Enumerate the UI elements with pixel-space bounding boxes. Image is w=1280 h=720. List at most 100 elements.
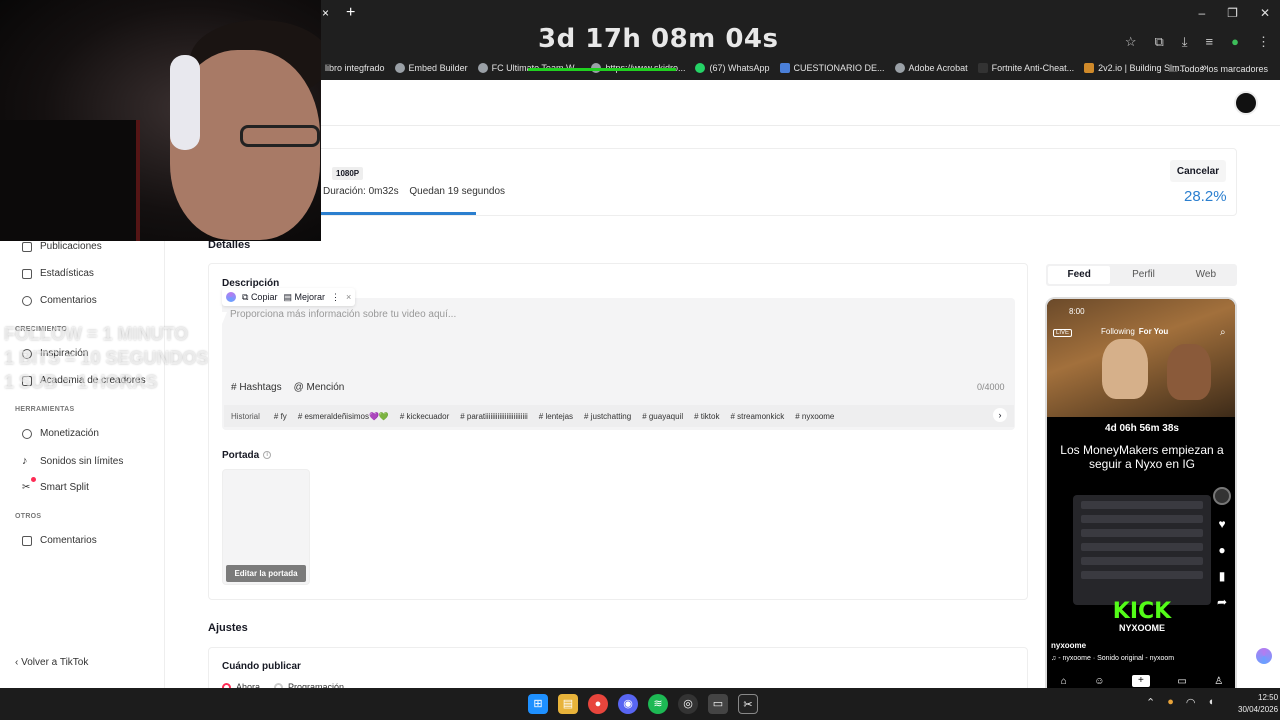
sidebar-item-otros-comentarios[interactable]: Comentarios [22, 535, 97, 546]
hashtag-chip[interactable]: # fy [271, 409, 290, 424]
mail-icon [22, 535, 32, 546]
inset-row [1081, 529, 1203, 537]
bookmark[interactable]: CUESTIONARIO DE... [779, 63, 885, 73]
sidebar-item-academia[interactable]: Academia de creadores [22, 375, 146, 386]
hashtags-button[interactable]: # Hashtags [231, 382, 282, 393]
mouse-cursor [222, 312, 232, 324]
live-badge: LIVE [1053, 329, 1073, 337]
tab-perfil[interactable]: Perfil [1112, 264, 1174, 286]
more-icon[interactable]: ⋮ [331, 292, 340, 303]
sidebar-item-comentarios[interactable]: Comentarios [22, 295, 97, 306]
chevron-right-icon[interactable]: › [993, 408, 1007, 422]
form-icon [779, 63, 790, 73]
hashtag-chip[interactable]: # guayaquil [639, 409, 686, 424]
hashtag-chip[interactable]: # kickecuador [397, 409, 452, 424]
edit-cover-button[interactable]: Editar la portada [226, 565, 306, 582]
duration-text: Duración: 0m32s [323, 186, 399, 197]
person-right [1167, 344, 1211, 400]
star-icon[interactable]: ☆ [1125, 34, 1137, 50]
hashtag-chip[interactable]: # nyxoome [792, 409, 837, 424]
menu-icon[interactable]: ⋮ [1257, 34, 1270, 50]
schedule-label: Cuándo publicar [222, 661, 301, 672]
close-icon[interactable]: × [346, 292, 351, 302]
tray-chevron-icon[interactable]: ⌃ [1146, 696, 1155, 709]
info-icon[interactable]: i [263, 451, 272, 460]
close-window-icon[interactable]: ✕ [1260, 6, 1270, 20]
system-clock[interactable]: 12:50 30/04/2026 [1238, 692, 1278, 716]
mic-icon[interactable]: ● [1167, 696, 1174, 709]
download-icon[interactable]: ⤓ [1182, 34, 1188, 50]
phone-action-rail: ♥ ● ▮ ➦ [1213, 487, 1231, 609]
bookmark[interactable]: (67) WhatsApp [695, 63, 770, 73]
sidebar-item-label: Estadísticas [40, 268, 94, 279]
new-tab-icon[interactable]: + [346, 4, 355, 22]
sidebar-item-publicaciones[interactable]: Publicaciones [22, 241, 102, 252]
sidebar-item-smart-split[interactable]: ✂ Smart Split [22, 482, 89, 493]
folder-icon[interactable]: ▤ [558, 694, 578, 714]
spotify-icon[interactable]: ≋ [648, 694, 668, 714]
home-icon: ⌂ [1060, 675, 1067, 687]
academy-icon [22, 375, 32, 386]
profile-icon[interactable]: ● [1231, 34, 1239, 50]
phone-username: nyxoome [1051, 641, 1087, 650]
preview-tabs: Feed Perfil Web [1046, 264, 1237, 286]
extensions-icon[interactable]: ⧉ [1155, 34, 1164, 50]
upload-progress-fill [321, 212, 476, 215]
bookmark[interactable]: Adobe Acrobat [894, 63, 968, 73]
cover-label-text: Portada [222, 450, 260, 461]
hashtag-chip[interactable]: # lentejas [536, 409, 576, 424]
sidebar-item-sonidos[interactable]: ♪ Sonidos sin límites [22, 455, 123, 467]
system-tray: ⌃ ● ◠ ◖ [1146, 696, 1214, 709]
following-tab: Following [1101, 327, 1135, 336]
obs-icon[interactable]: ◎ [678, 694, 698, 714]
create-icon: + [1131, 675, 1150, 687]
discord-icon[interactable]: ◉ [618, 694, 638, 714]
minimize-icon[interactable]: – [1198, 6, 1205, 20]
browser-toolbar-icons: ☆ ⧉ ⤓ ≡ ● ⋮ [1125, 34, 1270, 50]
hashtag-chip[interactable]: # tiktok [691, 409, 722, 424]
start-icon[interactable]: ⊞ [528, 694, 548, 714]
hashtag-chip[interactable]: # justchatting [581, 409, 634, 424]
bookmark[interactable]: Embed Builder [394, 63, 468, 73]
scissors-icon: ✂ [22, 482, 31, 493]
sidebar-item-monetizacion[interactable]: Monetización [22, 428, 99, 439]
kick-logo: KICK [1112, 599, 1172, 624]
terminal-icon[interactable]: ▭ [708, 694, 728, 714]
wifi-icon[interactable]: ◠ [1186, 696, 1196, 709]
clock-date: 30/04/2026 [1238, 705, 1279, 714]
chrome-icon[interactable]: ● [588, 694, 608, 714]
tab-feed[interactable]: Feed [1048, 266, 1111, 284]
hashtag-chip[interactable]: # esmeraldeñisimos💜💚 [295, 409, 392, 424]
avatar[interactable] [1234, 91, 1258, 115]
hashtag-chip[interactable]: # streamonkick [727, 409, 787, 424]
cancel-button[interactable]: Cancelar [1170, 160, 1226, 182]
tab-close-icon[interactable]: × [322, 6, 329, 20]
volume-icon[interactable]: ◖ [1207, 696, 1214, 709]
globe-icon [477, 63, 488, 73]
copy-button[interactable]: ⧉ Copiar [242, 292, 277, 303]
restore-icon[interactable]: ❐ [1227, 6, 1238, 20]
bookmark-label: Fortnite Anti-Cheat... [991, 63, 1075, 73]
bookmark[interactable]: Fortnite Anti-Cheat... [977, 63, 1075, 73]
all-bookmarks-folder[interactable]: 🗀 Todos los marcadores [1169, 62, 1268, 78]
sidebar-item-estadisticas[interactable]: Estadísticas [22, 268, 94, 279]
sidebar-item-label: Comentarios [40, 295, 97, 306]
bookmark[interactable]: libro integfrado [325, 63, 385, 73]
whatsapp-icon [695, 63, 706, 73]
tab-web[interactable]: Web [1175, 264, 1237, 286]
ai-assistant-icon[interactable] [1256, 648, 1272, 664]
media-icon[interactable]: ≡ [1206, 34, 1214, 50]
sidebar-item-inspiracion[interactable]: Inspiración [22, 348, 88, 359]
new-indicator-dot [31, 477, 36, 482]
mention-button[interactable]: @ Mención [294, 382, 345, 393]
description-input[interactable] [230, 306, 930, 322]
hashtag-chip[interactable]: # paratiiiiiiiiiiiiiiiiiiiiiiii [457, 409, 531, 424]
back-to-tiktok-link[interactable]: ‹ Volver a TikTok [15, 657, 88, 668]
game-icon [1084, 63, 1095, 73]
bookmark-label: libro integfrado [325, 63, 385, 73]
headphones [170, 55, 200, 150]
improve-button[interactable]: ▤ Mejorar [283, 292, 325, 303]
capcut-icon[interactable]: ✂ [738, 694, 758, 714]
posts-icon [22, 241, 32, 252]
screenshot-inset [1073, 495, 1211, 605]
